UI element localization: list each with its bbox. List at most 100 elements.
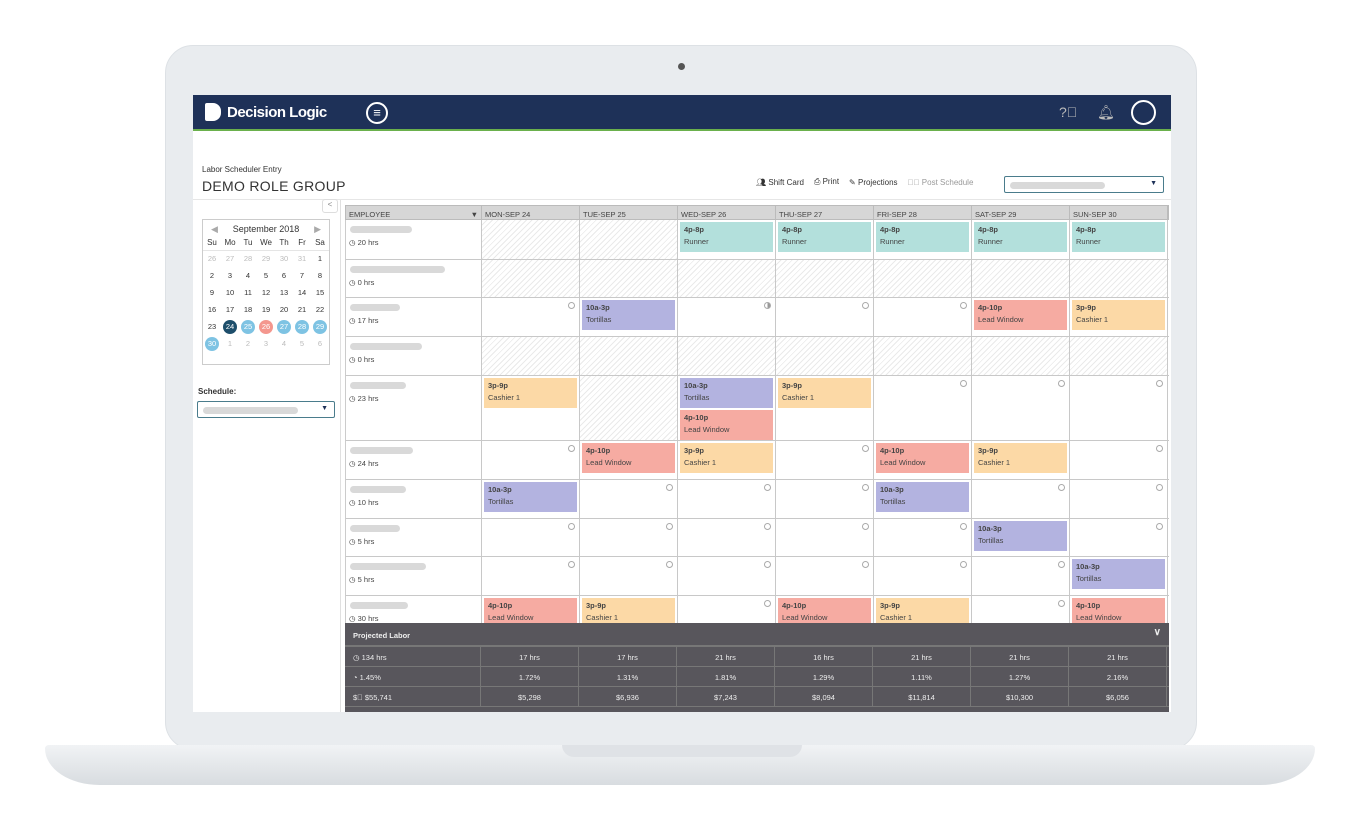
prev-month-icon[interactable]: ◀ (211, 224, 218, 235)
schedule-cell[interactable]: 4p-10p Lead Window (580, 441, 678, 479)
circle-icon[interactable] (862, 523, 869, 530)
schedule-cell[interactable] (776, 519, 874, 556)
calendar-day[interactable]: 23 (203, 318, 221, 335)
schedule-select[interactable]: ▼ (197, 401, 335, 418)
schedule-cell[interactable] (678, 519, 776, 556)
schedule-cell[interactable] (580, 260, 678, 297)
schedule-cell[interactable]: 10a-3p Tortillas (482, 480, 580, 518)
calendar-day[interactable]: 19 (257, 301, 275, 318)
schedule-cell[interactable] (972, 260, 1070, 297)
schedule-cell[interactable]: 10a-3p Tortillas (1070, 557, 1168, 595)
calendar-day[interactable]: 28 (239, 250, 257, 267)
shift-card[interactable]: 4p-8p Runner (778, 222, 871, 252)
calendar-day[interactable]: 26 (257, 318, 275, 335)
schedule-cell[interactable] (776, 480, 874, 518)
schedule-cell[interactable] (776, 337, 874, 375)
schedule-cell[interactable] (874, 376, 972, 440)
calendar-day[interactable]: 27 (275, 318, 293, 335)
shift-card[interactable]: 3p-9p Cashier 1 (484, 378, 577, 408)
employee-cell[interactable]: ◷ 0 hrs (346, 337, 482, 375)
calendar-day[interactable]: 2 (203, 267, 221, 284)
shift-card[interactable]: 10a-3p Tortillas (680, 378, 773, 408)
schedule-cell[interactable] (678, 337, 776, 375)
half-circle-icon[interactable] (764, 302, 771, 309)
calendar-day[interactable]: 6 (311, 335, 329, 352)
calendar-day[interactable]: 12 (257, 284, 275, 301)
schedule-cell[interactable]: 4p-8p Runner (874, 220, 972, 259)
calendar-day[interactable]: 17 (221, 301, 239, 318)
schedule-cell[interactable] (972, 557, 1070, 595)
circle-icon[interactable] (1058, 600, 1065, 607)
shift-card[interactable]: 3p-9p Cashier 1 (1072, 300, 1165, 330)
employee-cell[interactable]: ◷ 20 hrs (346, 220, 482, 259)
calendar-day[interactable]: 5 (293, 335, 311, 352)
schedule-cell[interactable]: 4p-8p Runner (972, 220, 1070, 259)
user-avatar-icon[interactable] (1131, 100, 1156, 125)
calendar-day[interactable]: 3 (221, 267, 239, 284)
calendar-day[interactable]: 8 (311, 267, 329, 284)
calendar-day[interactable]: 1 (311, 250, 329, 267)
circle-icon[interactable] (568, 523, 575, 530)
circle-icon[interactable] (764, 600, 771, 607)
schedule-cell[interactable] (1070, 337, 1168, 375)
calendar-day[interactable]: 6 (275, 267, 293, 284)
circle-icon[interactable] (1156, 445, 1163, 452)
shift-card[interactable]: 4p-10p Lead Window (680, 410, 773, 440)
schedule-cell[interactable]: 4p-8p Runner (1070, 220, 1168, 259)
employee-cell[interactable]: ◷ 24 hrs (346, 441, 482, 479)
circle-icon[interactable] (764, 561, 771, 568)
calendar-day[interactable]: 3 (257, 335, 275, 352)
circle-icon[interactable] (1058, 484, 1065, 491)
schedule-cell[interactable]: 4p-8p Runner (776, 220, 874, 259)
calendar-day[interactable]: 4 (239, 267, 257, 284)
calendar-day[interactable]: 30 (203, 335, 221, 352)
calendar-day[interactable]: 14 (293, 284, 311, 301)
schedule-cell[interactable]: 10a-3p Tortillas 4p-10p Lead Window (678, 376, 776, 440)
schedule-cell[interactable]: 10a-3p Tortillas (874, 480, 972, 518)
calendar-day[interactable]: 29 (257, 250, 275, 267)
schedule-cell[interactable] (580, 519, 678, 556)
schedule-cell[interactable] (1070, 480, 1168, 518)
circle-icon[interactable] (764, 523, 771, 530)
schedule-cell[interactable] (1070, 441, 1168, 479)
schedule-cell[interactable] (678, 557, 776, 595)
shift-card[interactable]: 4p-8p Runner (974, 222, 1067, 252)
shift-card[interactable]: 10a-3p Tortillas (1072, 559, 1165, 589)
circle-icon[interactable] (764, 484, 771, 491)
schedule-cell[interactable] (678, 260, 776, 297)
circle-icon[interactable] (960, 561, 967, 568)
schedule-cell[interactable] (482, 441, 580, 479)
employee-cell[interactable]: ◷ 23 hrs (346, 376, 482, 440)
shift-card[interactable]: 4p-10p Lead Window (582, 443, 675, 473)
schedule-cell[interactable] (482, 519, 580, 556)
employee-header[interactable]: EMPLOYEE ▼ (346, 206, 482, 219)
schedule-cell[interactable]: 3p-9p Cashier 1 (972, 441, 1070, 479)
schedule-cell[interactable]: 4p-10p Lead Window (874, 441, 972, 479)
calendar-day[interactable]: 9 (203, 284, 221, 301)
schedule-cell[interactable] (776, 298, 874, 336)
schedule-cell[interactable]: 4p-8p Runner (678, 220, 776, 259)
schedule-cell[interactable] (874, 557, 972, 595)
shift-card[interactable]: 3p-9p Cashier 1 (680, 443, 773, 473)
circle-icon[interactable] (666, 484, 673, 491)
shift-card[interactable]: 4p-10p Lead Window (974, 300, 1067, 330)
shift-card[interactable]: 4p-8p Runner (876, 222, 969, 252)
calendar-day[interactable]: 15 (311, 284, 329, 301)
schedule-cell[interactable] (482, 557, 580, 595)
schedule-cell[interactable] (580, 376, 678, 440)
shift-card[interactable]: 10a-3p Tortillas (484, 482, 577, 512)
shift-card[interactable]: 10a-3p Tortillas (582, 300, 675, 330)
circle-icon[interactable] (862, 561, 869, 568)
post-schedule-button[interactable]: ✓⃝ Post Schedule (908, 178, 974, 187)
employee-cell[interactable]: ◷ 10 hrs (346, 480, 482, 518)
employee-cell[interactable]: ◷ 5 hrs (346, 519, 482, 556)
calendar-day[interactable]: 29 (311, 318, 329, 335)
projections-button[interactable]: ✎ Projections (849, 178, 898, 187)
employee-cell[interactable]: ◷ 0 hrs (346, 260, 482, 297)
next-month-icon[interactable]: ▶ (314, 224, 321, 235)
schedule-cell[interactable] (972, 480, 1070, 518)
schedule-cell[interactable]: 10a-3p Tortillas (580, 298, 678, 336)
schedule-cell[interactable]: 3p-9p Cashier 1 (776, 376, 874, 440)
calendar-day[interactable]: 11 (239, 284, 257, 301)
circle-icon[interactable] (862, 445, 869, 452)
